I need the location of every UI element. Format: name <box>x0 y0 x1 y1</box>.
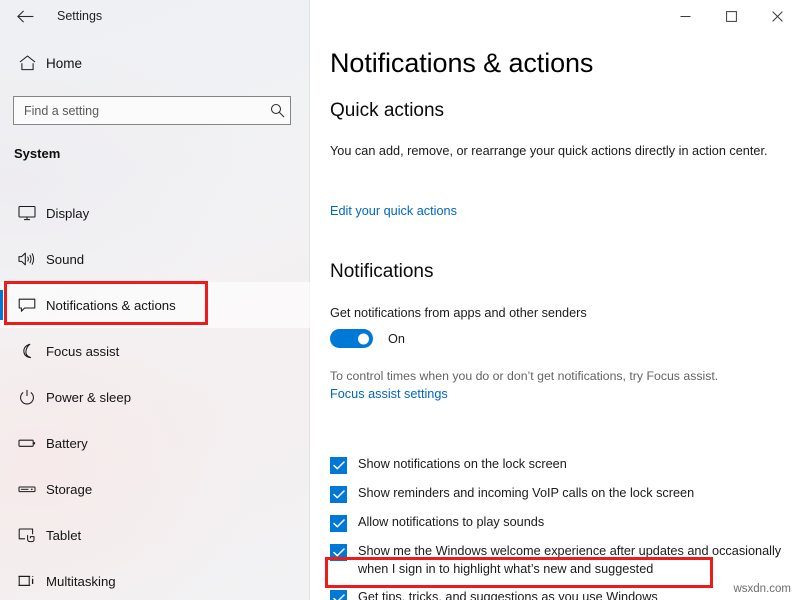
battery-icon <box>8 435 46 451</box>
power-icon <box>8 389 46 405</box>
list-item[interactable]: Get tips, tricks, and suggestions as you… <box>321 589 796 600</box>
checkbox-label: Show me the Windows welcome experience a… <box>358 544 782 576</box>
sidebar-item-label: Multitasking <box>46 573 116 589</box>
edit-quick-actions-link[interactable]: Edit your quick actions <box>330 204 457 218</box>
checkbox-reminders-voip[interactable] <box>330 486 347 503</box>
checkbox-label: Show notifications on the lock screen <box>358 457 567 471</box>
sidebar-item-label: Notifications & actions <box>46 297 176 313</box>
title-bar: Settings <box>0 0 800 32</box>
quick-actions-heading: Quick actions <box>330 100 445 121</box>
list-item[interactable]: Show reminders and incoming VoIP calls o… <box>321 485 796 503</box>
monitor-icon <box>8 205 46 221</box>
notifications-heading: Notifications <box>330 261 434 282</box>
watermark: wsxdn.com <box>733 583 791 595</box>
sidebar: Home System Displ <box>0 0 310 600</box>
sidebar-item-display[interactable]: Display <box>0 190 310 236</box>
maximize-button[interactable] <box>708 0 754 32</box>
tablet-icon <box>8 527 46 543</box>
notification-options-list: Show notifications on the lock screen Sh… <box>321 456 796 600</box>
checkbox-lock-screen-notifications[interactable] <box>330 457 347 474</box>
home-icon <box>8 55 46 71</box>
checkbox-label: Show reminders and incoming VoIP calls o… <box>358 486 695 500</box>
checkbox-notification-sounds[interactable] <box>330 515 347 532</box>
search-icon[interactable] <box>264 103 290 118</box>
window-title: Settings <box>57 9 103 23</box>
page-title: Notifications & actions <box>330 48 594 78</box>
sidebar-item-label: Power & sleep <box>46 389 132 405</box>
checkbox-tips-tricks-suggestions[interactable] <box>330 590 347 600</box>
back-button[interactable] <box>10 2 40 30</box>
notifications-toggle-label: Get notifications from apps and other se… <box>330 306 587 320</box>
sidebar-item-label: Focus assist <box>46 343 120 359</box>
settings-window: Settings Home Find a setting System Disp… <box>0 0 800 600</box>
multitasking-icon <box>8 573 46 589</box>
storage-icon <box>8 481 46 497</box>
notifications-toggle[interactable] <box>330 329 373 348</box>
search-input[interactable] <box>14 103 264 118</box>
focus-assist-settings-link[interactable]: Focus assist settings <box>330 387 448 401</box>
speaker-icon <box>8 251 46 267</box>
sidebar-item-label: Storage <box>46 481 93 497</box>
notifications-toggle-row: On <box>330 329 405 348</box>
sidebar-item-tablet[interactable]: Tablet <box>0 512 310 558</box>
moon-icon <box>8 343 46 359</box>
sidebar-item-label: Tablet <box>46 527 82 543</box>
search-box[interactable] <box>13 96 291 125</box>
sidebar-item-home[interactable]: Home <box>8 46 298 80</box>
sidebar-item-label: Display <box>46 205 90 221</box>
checkbox-label: Allow notifications to play sounds <box>358 515 545 529</box>
minimize-button[interactable] <box>662 0 708 32</box>
home-label: Home <box>46 55 83 71</box>
sidebar-nav-list: Display Sound Notifications & actions Fo… <box>0 190 310 600</box>
quick-actions-description: You can add, remove, or rearrange your q… <box>330 144 768 158</box>
sidebar-section-label: System <box>14 146 61 161</box>
toggle-knob <box>358 333 369 344</box>
sidebar-item-battery[interactable]: Battery <box>0 420 310 466</box>
window-controls <box>662 0 800 32</box>
sidebar-item-label: Sound <box>46 251 85 267</box>
sidebar-item-power-and-sleep[interactable]: Power & sleep <box>0 374 310 420</box>
list-item[interactable]: Show me the Windows welcome experience a… <box>321 543 796 578</box>
close-button[interactable] <box>754 0 800 32</box>
chat-bubble-icon <box>8 297 46 313</box>
checkbox-windows-welcome-experience[interactable] <box>330 544 347 561</box>
sidebar-item-focus-assist[interactable]: Focus assist <box>0 328 310 374</box>
list-item[interactable]: Show notifications on the lock screen <box>321 456 796 474</box>
sidebar-item-storage[interactable]: Storage <box>0 466 310 512</box>
sidebar-item-sound[interactable]: Sound <box>0 236 310 282</box>
list-item[interactable]: Allow notifications to play sounds <box>321 514 796 532</box>
sidebar-item-multitasking[interactable]: Multitasking <box>0 558 310 600</box>
toggle-state-label: On <box>388 331 405 346</box>
focus-assist-hint: To control times when you do or don’t ge… <box>330 369 719 383</box>
sidebar-item-notifications-and-actions[interactable]: Notifications & actions <box>0 282 310 328</box>
sidebar-item-label: Battery <box>46 435 88 451</box>
checkbox-label: Get tips, tricks, and suggestions as you… <box>358 590 658 600</box>
main-content: Notifications & actions Quick actions Yo… <box>311 32 800 600</box>
